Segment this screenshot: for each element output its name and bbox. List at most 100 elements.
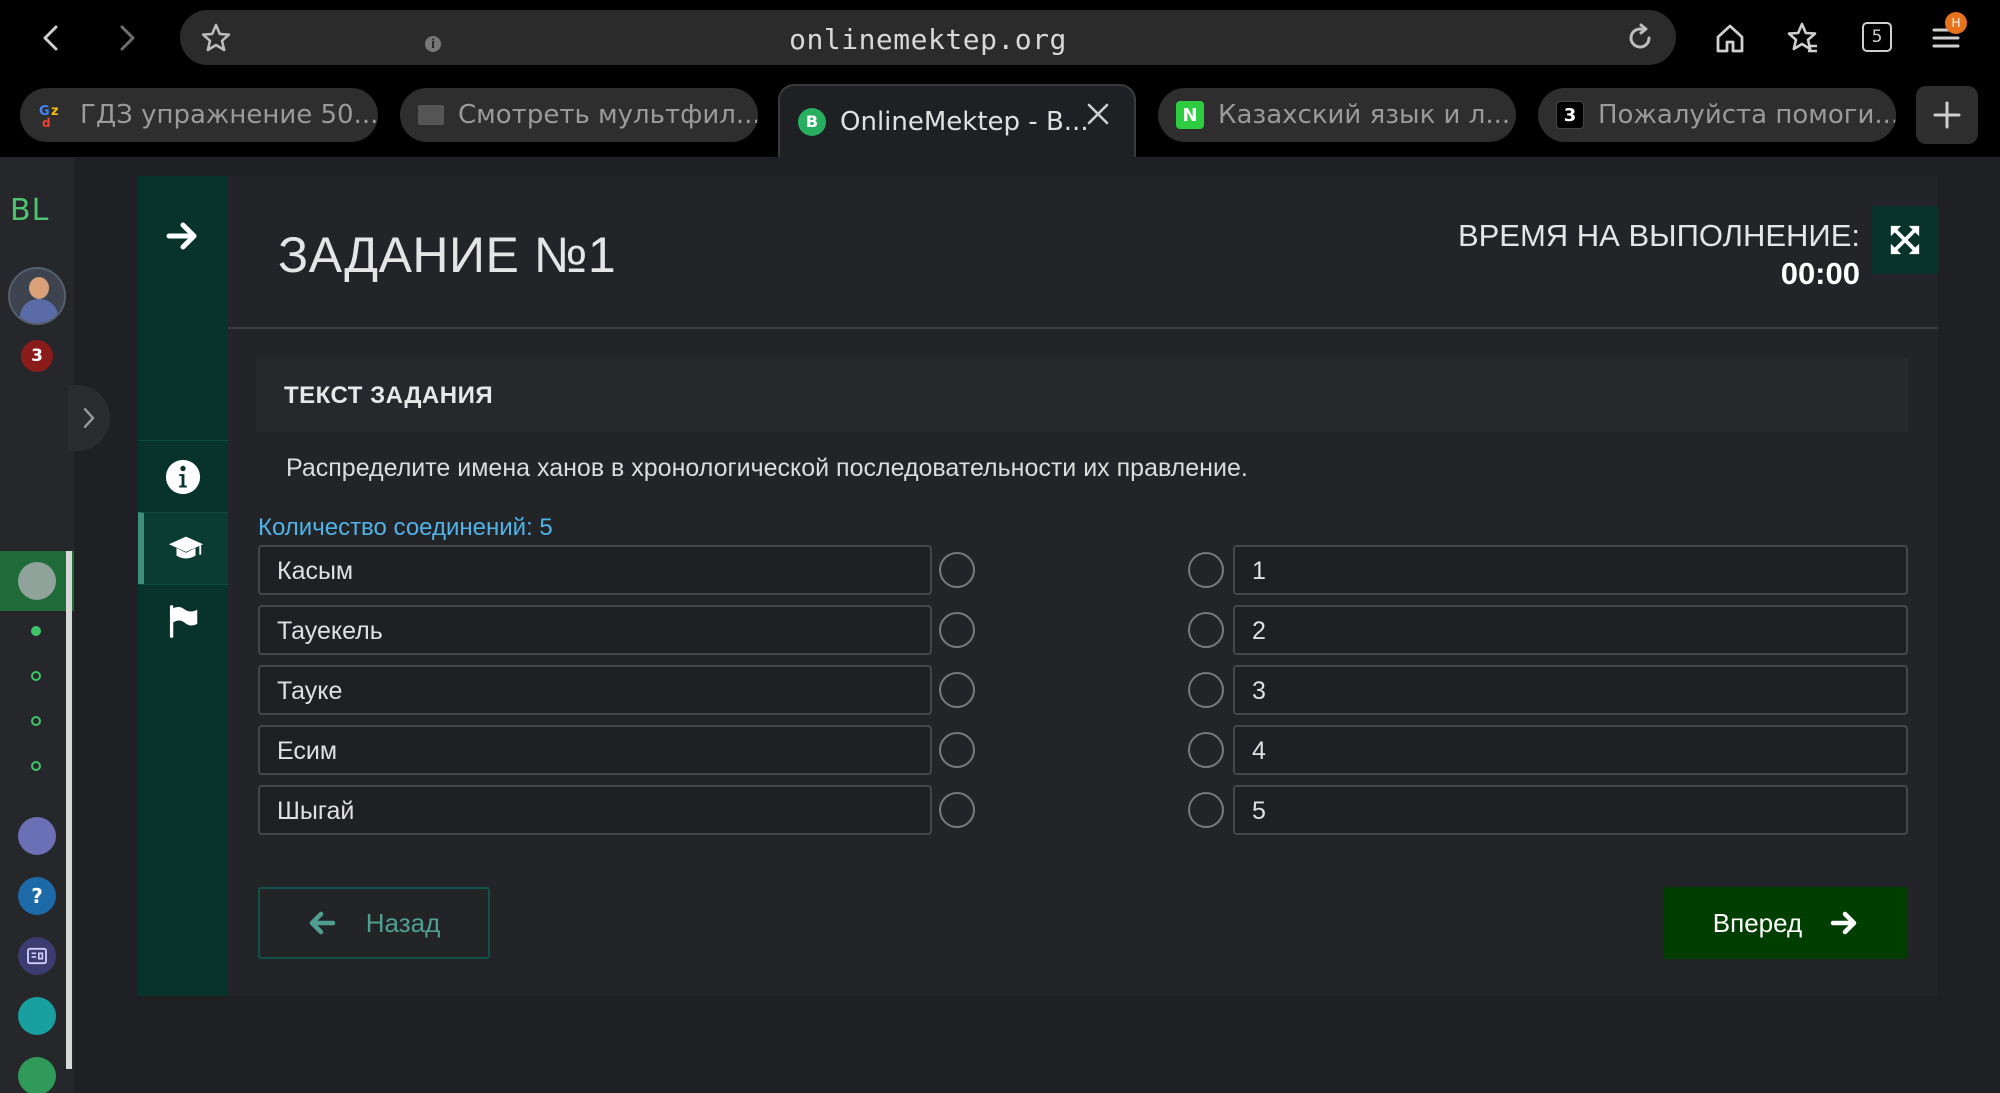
match-left-item[interactable]: Шыгай xyxy=(258,785,932,835)
match-right-item[interactable]: 1 xyxy=(1233,545,1908,595)
back-button-label: Назад xyxy=(365,907,441,938)
info-icon xyxy=(165,459,201,494)
bookmarks-icon[interactable] xyxy=(1784,20,1820,56)
tab-strip: Gzd ГДЗ упражнение 50... Смотреть мультф… xyxy=(0,76,2000,157)
tab-label: Казахский язык и л... xyxy=(1218,100,1511,130)
tab-label: OnlineMektep - В... xyxy=(840,106,1089,137)
svg-text:z: z xyxy=(51,104,59,119)
section-title: ТЕКСТ ЗАДАНИЯ xyxy=(284,382,494,409)
match-left-item[interactable]: Есим xyxy=(258,725,932,775)
task-theory-button[interactable] xyxy=(138,512,228,584)
new-tab-button[interactable] xyxy=(1916,86,1978,144)
left-connector[interactable] xyxy=(939,612,975,648)
right-connector[interactable] xyxy=(1188,672,1224,708)
match-right-label: 1 xyxy=(1252,557,1266,585)
close-tab-icon[interactable] xyxy=(1084,100,1112,128)
reload-icon[interactable] xyxy=(1624,22,1656,54)
right-connector[interactable] xyxy=(1188,732,1224,768)
connection-count: Количество соединений: 5 xyxy=(258,514,553,541)
chevron-right-icon xyxy=(83,408,95,428)
tab-cartoons[interactable]: Смотреть мультфил... xyxy=(400,88,758,142)
match-right-item[interactable]: 5 xyxy=(1233,785,1908,835)
znanija-favicon-icon: 3 xyxy=(1556,101,1584,129)
progress-dot[interactable] xyxy=(31,671,41,681)
progress-dot[interactable] xyxy=(31,761,41,771)
sidebar-scrollbar[interactable] xyxy=(66,551,72,1069)
onlinemektep-favicon-icon: B xyxy=(798,107,826,136)
left-connector[interactable] xyxy=(939,732,975,768)
extra-icon[interactable] xyxy=(18,1057,56,1093)
arrow-left-icon xyxy=(309,911,335,935)
tab-label: Смотреть мультфил... xyxy=(458,100,758,130)
library-icon[interactable] xyxy=(18,997,56,1035)
tab-gdz[interactable]: Gzd ГДЗ упражнение 50... xyxy=(20,88,378,142)
help-icon[interactable]: ? xyxy=(18,877,56,915)
match-right-label: 2 xyxy=(1252,617,1266,645)
question-text: Распределите имена ханов в хронологическ… xyxy=(286,454,1248,482)
match-left-label: Есим xyxy=(277,737,338,765)
match-left-label: Тауекель xyxy=(277,617,383,645)
site-logo[interactable]: BL xyxy=(10,193,49,228)
browser-toolbar: i onlinemektep.org 5 H xyxy=(0,0,2000,76)
match-left-label: Шыгай xyxy=(277,797,355,825)
course-icon xyxy=(18,562,56,600)
match-left-item[interactable]: Тауке xyxy=(258,665,932,715)
film-icon xyxy=(418,105,444,125)
right-connector[interactable] xyxy=(1188,792,1224,828)
gdz-favicon-icon: Gzd xyxy=(38,101,66,129)
task-panel: ЗАДАНИЕ №1 ВРЕМЯ НА ВЫПОЛНЕНИЕ: 00:00 ТЕ… xyxy=(228,176,1938,996)
url-text: onlinemektep.org xyxy=(789,23,1067,56)
avatar[interactable] xyxy=(8,267,66,325)
progress-dot-active[interactable] xyxy=(31,626,41,636)
tab-label: Пожалуйста помоги... xyxy=(1598,100,1896,130)
tab-kazakh[interactable]: N Казахский язык и л... xyxy=(1158,88,1516,142)
sidebar-expand-button[interactable] xyxy=(68,385,110,451)
next-button-label: Вперед xyxy=(1712,907,1803,938)
match-right-item[interactable]: 2 xyxy=(1233,605,1908,655)
match-left-label: Тауке xyxy=(277,677,343,705)
match-right-item[interactable]: 4 xyxy=(1233,725,1908,775)
tab-onlinemektep[interactable]: B OnlineMektep - В... xyxy=(778,84,1136,157)
svg-text:d: d xyxy=(42,116,51,129)
tab-please-help[interactable]: 3 Пожалуйста помоги... xyxy=(1538,88,1896,142)
notification-badge[interactable]: 3 xyxy=(21,340,53,372)
page-title: ЗАДАНИЕ №1 xyxy=(278,227,617,283)
match-left-label: Касым xyxy=(277,557,354,585)
plus-icon xyxy=(1933,101,1961,129)
left-connector[interactable] xyxy=(939,792,975,828)
next-button[interactable]: Вперед xyxy=(1663,887,1908,959)
timer-value: 00:00 xyxy=(1780,256,1860,291)
section-header: ТЕКСТ ЗАДАНИЯ xyxy=(256,358,1908,432)
graduation-cap-icon xyxy=(168,536,204,558)
arrow-right-icon[interactable] xyxy=(163,216,203,256)
n-favicon-icon: N xyxy=(1176,101,1204,129)
flag-icon xyxy=(169,604,198,638)
site-sidebar: BL 3 ? xyxy=(0,157,110,1093)
expand-arrows-icon xyxy=(1890,225,1920,255)
task-flag-button[interactable] xyxy=(138,584,228,656)
right-connector[interactable] xyxy=(1188,552,1224,588)
tab-count-icon[interactable]: 5 xyxy=(1862,22,1892,52)
left-connector[interactable] xyxy=(939,672,975,708)
sidebar-item-active[interactable] xyxy=(0,551,74,611)
progress-dot[interactable] xyxy=(31,716,41,726)
match-right-label: 5 xyxy=(1252,797,1266,825)
tab-label: ГДЗ упражнение 50... xyxy=(80,100,378,130)
forward-icon[interactable] xyxy=(102,14,150,62)
match-left-item[interactable]: Тауекель xyxy=(258,605,932,655)
left-connector[interactable] xyxy=(939,552,975,588)
home-icon[interactable] xyxy=(1712,20,1748,56)
match-left-item[interactable]: Касым xyxy=(258,545,932,595)
task-info-button[interactable] xyxy=(138,440,228,512)
task-nav xyxy=(138,176,228,996)
match-right-label: 3 xyxy=(1252,677,1266,705)
back-button[interactable]: Назад xyxy=(258,887,490,959)
address-bar[interactable]: i onlinemektep.org xyxy=(180,10,1676,65)
right-connector[interactable] xyxy=(1188,612,1224,648)
menu-badge: H xyxy=(1945,12,1967,34)
back-icon[interactable] xyxy=(28,14,76,62)
match-right-item[interactable]: 3 xyxy=(1233,665,1908,715)
fullscreen-button[interactable] xyxy=(1872,206,1938,274)
news-icon[interactable] xyxy=(18,937,56,975)
smart-icon[interactable] xyxy=(18,817,56,855)
